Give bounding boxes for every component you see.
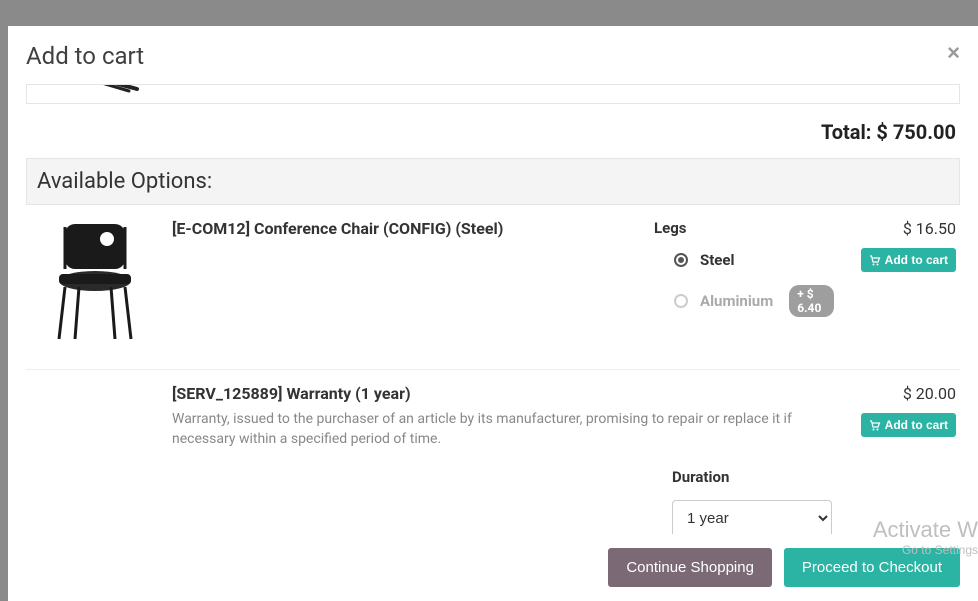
product-details: [SERV_125889] Warranty (1 year) Warranty…: [172, 384, 834, 534]
option-item: [E-COM12] Conference Chair (CONFIG) (Ste…: [26, 205, 960, 370]
price-column: $ 16.50 Add to cart: [846, 219, 956, 349]
proceed-to-checkout-button[interactable]: Proceed to Checkout: [784, 548, 960, 587]
modal-title: Add to cart: [26, 42, 144, 70]
option-item: [SERV_125889] Warranty (1 year) Warranty…: [26, 370, 960, 534]
product-image-warranty: [30, 384, 160, 514]
radio-icon: [674, 253, 688, 267]
item-price: $ 20.00: [846, 384, 956, 403]
add-to-cart-button[interactable]: Add to cart: [861, 413, 956, 437]
radio-label: Steel: [700, 251, 734, 269]
add-to-cart-button[interactable]: Add to cart: [861, 248, 956, 272]
available-options-header: Available Options:: [26, 158, 960, 205]
radio-option-steel[interactable]: Steel: [674, 251, 834, 269]
previous-item-partial: [26, 84, 960, 104]
product-description: Warranty, issued to the purchaser of an …: [172, 409, 834, 450]
item-price: $ 16.50: [846, 219, 956, 238]
total-value: $ 750.00: [876, 120, 956, 144]
product-details: [E-COM12] Conference Chair (CONFIG) (Ste…: [172, 219, 642, 349]
cart-total: Total: $ 750.00: [26, 112, 960, 158]
price-column: $ 20.00 Add to cart: [846, 384, 956, 534]
config-column: Legs Steel Aluminium + $ 6.40: [654, 219, 834, 349]
continue-shopping-button[interactable]: Continue Shopping: [608, 548, 772, 587]
product-title: [E-COM12] Conference Chair (CONFIG) (Ste…: [172, 219, 642, 238]
radio-icon: [674, 294, 688, 308]
cart-icon: [869, 420, 881, 431]
config-label-legs: Legs: [654, 219, 834, 237]
duration-select[interactable]: 1 year: [672, 500, 832, 534]
config-label-duration: Duration: [672, 468, 834, 486]
modal-header: Add to cart ×: [8, 26, 978, 84]
product-image-chair: [30, 219, 160, 349]
modal-body[interactable]: Total: $ 750.00 Available Options:: [8, 84, 978, 534]
add-button-label: Add to cart: [885, 418, 948, 432]
add-to-cart-modal: Add to cart × Total: $ 750.00 Available …: [8, 26, 978, 601]
add-button-label: Add to cart: [885, 253, 948, 267]
radio-label: Aluminium: [700, 292, 773, 310]
cart-icon: [869, 255, 881, 266]
surcharge-badge: + $ 6.40: [789, 285, 834, 317]
radio-option-aluminium[interactable]: Aluminium + $ 6.40: [674, 285, 834, 317]
product-title: [SERV_125889] Warranty (1 year): [172, 384, 834, 403]
total-label: Total:: [821, 120, 871, 144]
modal-footer: Continue Shopping Proceed to Checkout: [8, 534, 978, 601]
close-button[interactable]: ×: [947, 42, 960, 64]
